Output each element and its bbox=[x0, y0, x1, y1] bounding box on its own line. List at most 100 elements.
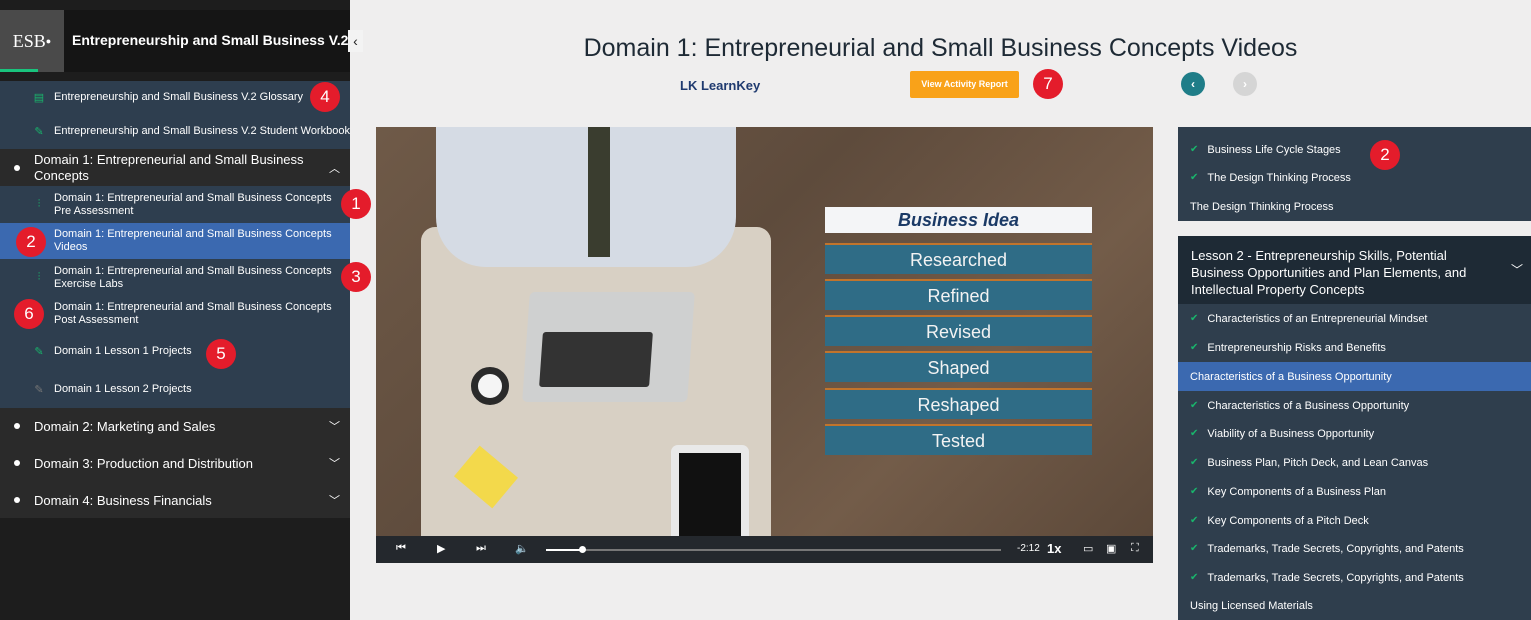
esb-logo: ESB ● bbox=[0, 10, 64, 72]
check-icon: ✔ bbox=[1190, 486, 1199, 497]
lesson-item[interactable]: ✔ Business Plan, Pitch Deck, and Lean Can… bbox=[1178, 448, 1531, 477]
sidebar-item-label: Domain 1: Entrepreneurial and Small Busi… bbox=[54, 191, 332, 217]
lesson-2-panel: Lesson 2 - Entrepreneurship Skills, Pote… bbox=[1178, 236, 1531, 620]
learnkey-logo: LK LearnKey bbox=[680, 78, 761, 93]
lesson-2-header[interactable]: Lesson 2 - Entrepreneurship Skills, Pote… bbox=[1178, 236, 1531, 304]
page-title: Domain 1: Entrepreneurial and Small Busi… bbox=[583, 34, 1298, 62]
chevron-down-icon[interactable]: ﹀ bbox=[329, 418, 340, 434]
callout-badge-4: 4 bbox=[310, 82, 340, 112]
lesson-item-label: Characteristics of a Business Opportunit… bbox=[1190, 370, 1392, 383]
lesson-item-label: Entrepreneurship Risks and Benefits bbox=[1207, 341, 1386, 354]
sidebar-item-pre-assessment[interactable]: ⫶ Domain 1: Entrepreneurial and Small Bu… bbox=[0, 186, 350, 223]
bullet-icon bbox=[14, 460, 20, 466]
sidebar-item-videos[interactable]: Domain 1: Entrepreneurial and Small Busi… bbox=[0, 223, 350, 259]
video-tie-image bbox=[588, 127, 610, 257]
video-keyboard-image bbox=[539, 332, 653, 387]
lesson-item-label: Trademarks, Trade Secrets, Copyrights, a… bbox=[1207, 571, 1464, 584]
skip-back-icon[interactable]: ⏮ bbox=[396, 542, 406, 555]
chevron-down-icon[interactable]: ﹀ bbox=[1511, 262, 1523, 279]
progress-knob[interactable] bbox=[579, 546, 587, 553]
callout-badge-2: 2 bbox=[1370, 140, 1400, 170]
card-item: Tested bbox=[825, 424, 1092, 455]
pencil-icon: ✎ bbox=[34, 125, 44, 138]
lesson-item[interactable]: ✔ Trademarks, Trade Secrets, Copyrights, … bbox=[1178, 563, 1531, 592]
sidebar-item-label: Domain 1 Lesson 2 Projects bbox=[54, 382, 192, 395]
video-cup-image bbox=[471, 367, 509, 405]
lesson-2-title: Lesson 2 - Entrepreneurship Skills, Pote… bbox=[1191, 248, 1467, 297]
lesson-item[interactable]: ✔ Viability of a Business Opportunity bbox=[1178, 419, 1531, 448]
sidebar-domain-4[interactable]: Domain 4: Business Financials ﹀ bbox=[0, 482, 350, 518]
time-remaining: -2:12 bbox=[1017, 543, 1040, 554]
progress-slider[interactable] bbox=[546, 546, 1001, 553]
video-control-bar: ⏮ ▶ ⏭ 🔈 -2:12 1x ▭ ▣ ⛶ bbox=[376, 536, 1153, 563]
check-icon: ✔ bbox=[1190, 428, 1199, 439]
play-icon[interactable]: ▶ bbox=[437, 542, 445, 555]
fullscreen-icon[interactable]: ⛶ bbox=[1131, 542, 1139, 555]
lesson-item[interactable]: ✔ Characteristics of an Entrepreneurial M… bbox=[1178, 304, 1531, 333]
sidebar-domain-2[interactable]: Domain 2: Marketing and Sales ﹀ bbox=[0, 408, 350, 444]
video-player[interactable]: Business Idea Researched Refined Revised… bbox=[376, 127, 1153, 563]
lesson-item[interactable]: ✔ Characteristics of a Business Opportuni… bbox=[1178, 391, 1531, 420]
lesson-item-label: Using Licensed Materials bbox=[1190, 599, 1313, 612]
lesson-item-label: The Design Thinking Process bbox=[1207, 171, 1351, 184]
chevron-up-icon[interactable]: ︿ bbox=[329, 160, 340, 176]
card-item: Refined bbox=[825, 279, 1092, 310]
lesson-item[interactable]: ✔ Trademarks, Trade Secrets, Copyrights, … bbox=[1178, 534, 1531, 563]
callout-badge-5: 5 bbox=[206, 339, 236, 369]
video-person-image bbox=[436, 127, 736, 267]
sidebar-item-lesson-2-projects[interactable]: ✎ Domain 1 Lesson 2 Projects bbox=[0, 370, 350, 408]
assessment-icon: ⫶ bbox=[37, 198, 41, 210]
sidebar-item-label: Domain 4: Business Financials bbox=[34, 492, 212, 508]
check-icon: ✔ bbox=[1190, 144, 1199, 155]
lesson-item[interactable]: ✔ Entrepreneurship Risks and Benefits bbox=[1178, 333, 1531, 362]
chevron-down-icon[interactable]: ﹀ bbox=[329, 455, 340, 471]
lesson-item[interactable]: Using Licensed Materials bbox=[1178, 591, 1531, 620]
lesson-item-active[interactable]: Characteristics of a Business Opportunit… bbox=[1178, 362, 1531, 391]
sidebar-domain-1[interactable]: Domain 1: Entrepreneurial and Small Busi… bbox=[0, 149, 350, 186]
lesson-item[interactable]: ✔ Business Life Cycle Stages bbox=[1178, 135, 1531, 164]
sidebar-item-label: Domain 1: Entrepreneurial and Small Busi… bbox=[54, 264, 332, 290]
collapse-sidebar-button[interactable]: ‹ bbox=[348, 30, 363, 52]
sidebar-item-student-workbook[interactable]: ✎ Entrepreneurship and Small Business V.… bbox=[0, 113, 350, 149]
logo-text: ESB bbox=[12, 30, 46, 51]
captions-icon[interactable]: ▭ bbox=[1083, 542, 1093, 555]
sidebar-item-exercise-labs[interactable]: ⫶ Domain 1: Entrepreneurial and Small Bu… bbox=[0, 259, 350, 296]
sidebar-item-label: Domain 3: Production and Distribution bbox=[34, 455, 253, 471]
sidebar-item-label: Domain 1: Entrepreneurial and Small Busi… bbox=[54, 228, 332, 253]
sidebar-item-label: Domain 1 Lesson 1 Projects bbox=[54, 344, 192, 357]
sidebar-item-lesson-1-projects[interactable]: ✎ Domain 1 Lesson 1 Projects bbox=[0, 332, 350, 370]
previous-button[interactable]: ‹ bbox=[1181, 72, 1205, 96]
sidebar-domain-3[interactable]: Domain 3: Production and Distribution ﹀ bbox=[0, 444, 350, 482]
video-tablet-screen bbox=[679, 453, 741, 543]
chevron-down-icon[interactable]: ﹀ bbox=[329, 492, 340, 508]
chevron-left-icon: ‹ bbox=[1191, 77, 1195, 91]
lesson-item[interactable]: ✔ Key Components of a Business Plan bbox=[1178, 477, 1531, 506]
view-activity-report-button[interactable]: View Activity Report bbox=[910, 71, 1019, 98]
bullet-icon bbox=[14, 497, 20, 503]
card-item: Shaped bbox=[825, 351, 1092, 382]
lesson-item[interactable]: ✔ The Design Thinking Process bbox=[1178, 163, 1531, 192]
sidebar-item-post-assessment[interactable]: Domain 1: Entrepreneurial and Small Busi… bbox=[0, 296, 350, 332]
lesson-item[interactable]: The Design Thinking Process bbox=[1178, 192, 1531, 221]
sidebar-item-label: Domain 1: Entrepreneurial and Small Busi… bbox=[34, 151, 304, 183]
lesson-item-label: Business Plan, Pitch Deck, and Lean Canv… bbox=[1207, 456, 1429, 469]
lab-icon: ⫶ bbox=[37, 271, 41, 283]
progress-fill bbox=[546, 549, 583, 551]
card-item: Revised bbox=[825, 315, 1092, 346]
picture-in-picture-icon[interactable]: ▣ bbox=[1106, 542, 1116, 555]
lesson-item-label: Key Components of a Business Plan bbox=[1207, 485, 1386, 498]
callout-badge-6: 6 bbox=[14, 299, 44, 329]
check-icon: ✔ bbox=[1190, 313, 1199, 324]
sidebar-item-glossary[interactable]: ▤ Entrepreneurship and Small Business V.… bbox=[0, 81, 350, 113]
check-icon: ✔ bbox=[1190, 342, 1199, 353]
callout-badge-3: 3 bbox=[341, 262, 371, 292]
lesson-item-label: Viability of a Business Opportunity bbox=[1207, 427, 1375, 440]
volume-icon[interactable]: 🔈 bbox=[515, 542, 529, 555]
next-button[interactable]: › bbox=[1233, 72, 1257, 96]
sidebar-item-label: Domain 2: Marketing and Sales bbox=[34, 418, 216, 434]
business-idea-card-title: Business Idea bbox=[825, 207, 1092, 233]
lesson-item-label: Characteristics of an Entrepreneurial Mi… bbox=[1207, 312, 1428, 325]
playback-rate-button[interactable]: 1x bbox=[1047, 541, 1061, 556]
lesson-item[interactable]: ✔ Key Components of a Pitch Deck bbox=[1178, 506, 1531, 535]
skip-forward-icon[interactable]: ⏭ bbox=[476, 542, 486, 555]
